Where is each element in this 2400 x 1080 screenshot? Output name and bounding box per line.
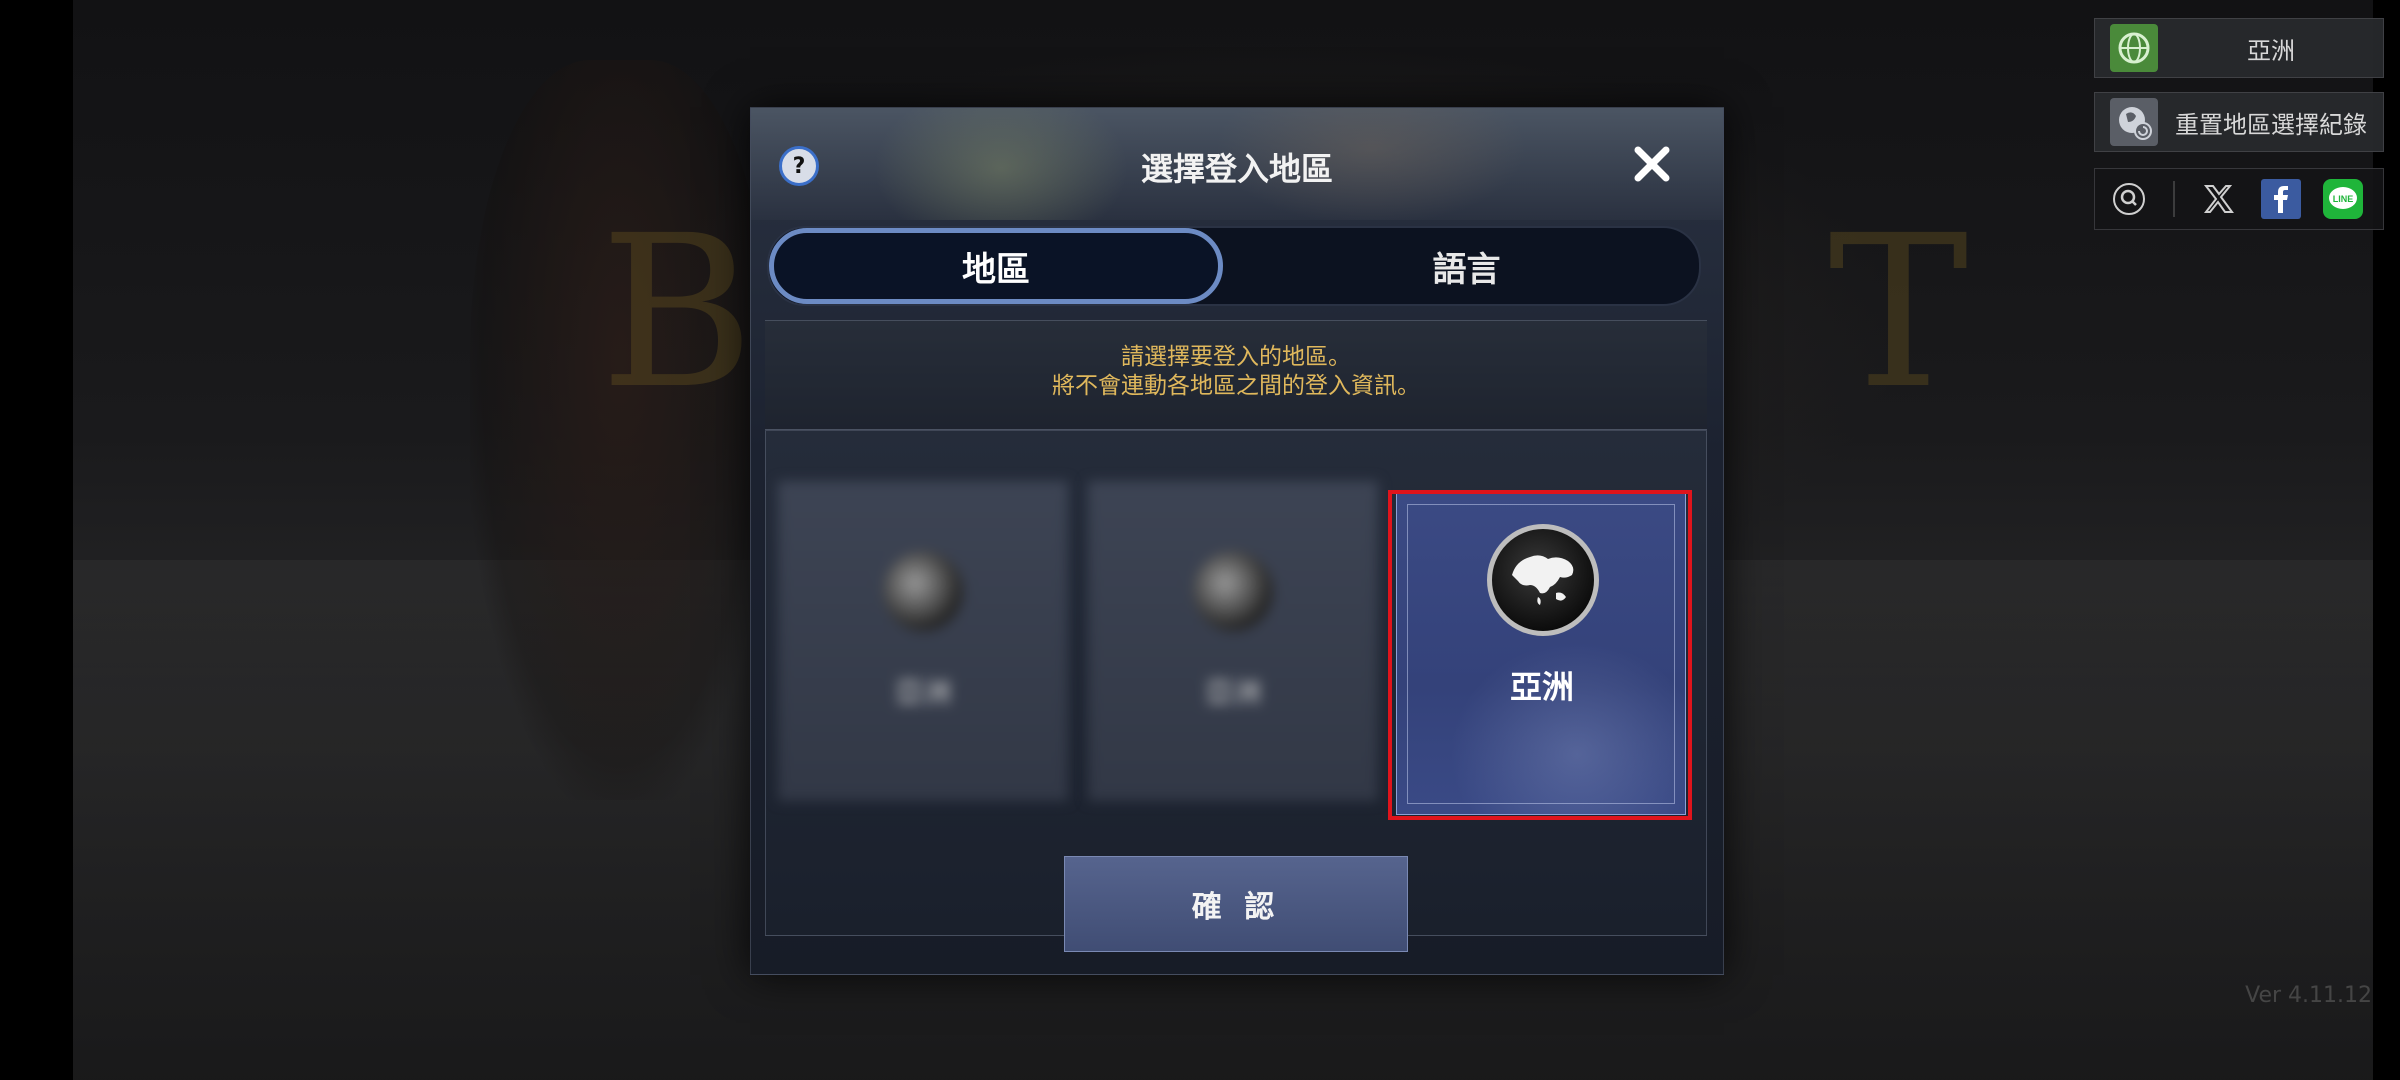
svg-text:LINE: LINE	[2333, 194, 2354, 204]
confirm-button[interactable]: 確 認	[1064, 856, 1408, 952]
region-card-blurred[interactable]: 亞洲	[778, 481, 1068, 801]
x-twitter-icon[interactable]	[2197, 177, 2241, 221]
globe-icon	[2109, 23, 2159, 73]
selection-highlight	[1388, 490, 1692, 820]
info-message: 請選擇要登入的地區。 將不會連動各地區之間的登入資訊。	[765, 320, 1707, 430]
tab-bar: 地區 語言	[767, 226, 1701, 306]
region-card-blurred[interactable]: 亞洲	[1088, 481, 1378, 801]
info-line-2: 將不會連動各地區之間的登入資訊。	[1052, 373, 1420, 399]
close-icon[interactable]	[1631, 143, 1673, 185]
line-icon[interactable]: LINE	[2321, 177, 2365, 221]
facebook-icon[interactable]	[2259, 177, 2303, 221]
tab-region[interactable]: 地區	[769, 228, 1223, 304]
social-toolbar: LINE	[2094, 168, 2384, 230]
left-letterbox	[0, 0, 73, 1080]
globe-icon	[883, 551, 963, 631]
reset-region-label: 重置地區選擇紀錄	[2175, 110, 2367, 139]
dialog-title: 選擇登入地區	[1140, 150, 1333, 188]
version-label: Ver 4.11.12	[2245, 983, 2372, 1008]
search-icon[interactable]	[2107, 177, 2151, 221]
toolbar-divider	[2173, 181, 2175, 217]
region-card-label: 亞洲	[1204, 676, 1261, 709]
info-line-1: 請選擇要登入的地區。	[1121, 344, 1351, 370]
right-letterbox	[2373, 0, 2400, 1080]
globe-reset-icon	[2109, 97, 2159, 147]
game-screen: B T 亞洲 重置地區選擇紀錄	[0, 0, 2400, 1080]
region-card-label: 亞洲	[894, 676, 951, 709]
reset-region-button[interactable]: 重置地區選擇紀錄	[2094, 92, 2384, 152]
globe-icon	[1193, 551, 1273, 631]
tab-language[interactable]: 語言	[1234, 228, 1699, 304]
region-button-label: 亞洲	[2247, 36, 2295, 65]
region-button[interactable]: 亞洲	[2094, 18, 2384, 78]
